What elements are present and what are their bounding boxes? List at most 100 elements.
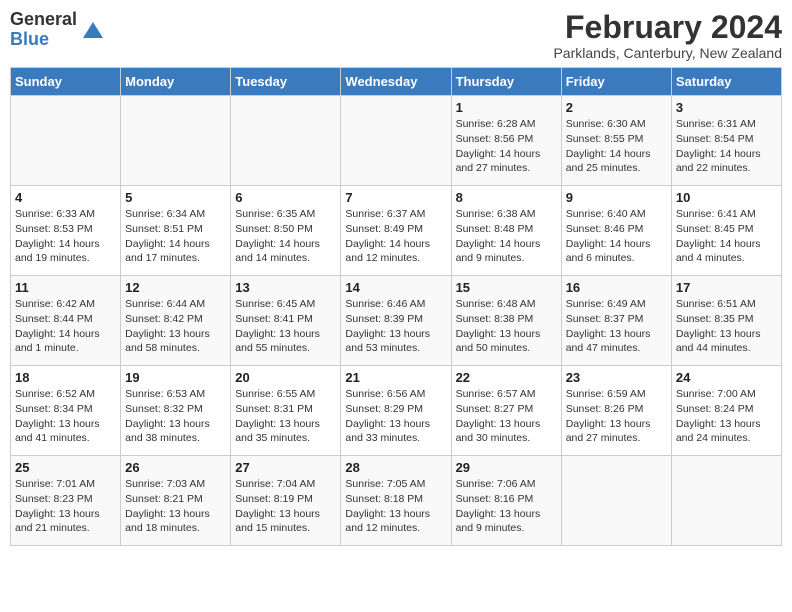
day-number: 20 bbox=[235, 370, 336, 385]
day-number: 1 bbox=[456, 100, 557, 115]
calendar-cell: 2 Sunrise: 6:30 AM Sunset: 8:55 PM Daylig… bbox=[561, 96, 671, 186]
day-info: Sunrise: 7:04 AM Sunset: 8:19 PM Dayligh… bbox=[235, 477, 336, 536]
calendar-cell: 18 Sunrise: 6:52 AM Sunset: 8:34 PM Dayli… bbox=[11, 366, 121, 456]
day-info: Sunrise: 7:06 AM Sunset: 8:16 PM Dayligh… bbox=[456, 477, 557, 536]
calendar-cell: 22Sunrise: 6:57 AM Sunset: 8:27 PM Dayli… bbox=[451, 366, 561, 456]
calendar-cell bbox=[561, 456, 671, 546]
day-info: Sunrise: 7:00 AM Sunset: 8:24 PM Dayligh… bbox=[676, 387, 777, 446]
day-info: Sunrise: 6:52 AM Sunset: 8:34 PM Dayligh… bbox=[15, 387, 116, 446]
logo-icon bbox=[81, 18, 105, 42]
day-info: Sunrise: 6:42 AM Sunset: 8:44 PM Dayligh… bbox=[15, 297, 116, 356]
calendar-week-3: 11 Sunrise: 6:42 AM Sunset: 8:44 PM Dayli… bbox=[11, 276, 782, 366]
day-info: Sunrise: 6:45 AM Sunset: 8:41 PM Dayligh… bbox=[235, 297, 336, 356]
day-number: 19 bbox=[125, 370, 226, 385]
page-header: General Blue February 2024 Parklands, Ca… bbox=[10, 10, 782, 61]
calendar-table: SundayMondayTuesdayWednesdayThursdayFrid… bbox=[10, 67, 782, 546]
column-header-thursday: Thursday bbox=[451, 68, 561, 96]
day-info: Sunrise: 6:30 AM Sunset: 8:55 PM Dayligh… bbox=[566, 117, 667, 176]
day-info: Sunrise: 6:46 AM Sunset: 8:39 PM Dayligh… bbox=[345, 297, 446, 356]
day-number: 9 bbox=[566, 190, 667, 205]
day-number: 21 bbox=[345, 370, 446, 385]
column-header-sunday: Sunday bbox=[11, 68, 121, 96]
column-header-saturday: Saturday bbox=[671, 68, 781, 96]
calendar-week-4: 18 Sunrise: 6:52 AM Sunset: 8:34 PM Dayli… bbox=[11, 366, 782, 456]
calendar-body: 1 Sunrise: 6:28 AM Sunset: 8:56 PM Daylig… bbox=[11, 96, 782, 546]
day-number: 6 bbox=[235, 190, 336, 205]
day-number: 28 bbox=[345, 460, 446, 475]
day-number: 27 bbox=[235, 460, 336, 475]
calendar-cell: 7 Sunrise: 6:37 AM Sunset: 8:49 PM Daylig… bbox=[341, 186, 451, 276]
day-number: 15 bbox=[456, 280, 557, 295]
column-header-friday: Friday bbox=[561, 68, 671, 96]
calendar-cell: 16 Sunrise: 6:49 AM Sunset: 8:37 PM Dayli… bbox=[561, 276, 671, 366]
day-number: 26 bbox=[125, 460, 226, 475]
day-number: 8 bbox=[456, 190, 557, 205]
day-number: 18 bbox=[15, 370, 116, 385]
day-number: 16 bbox=[566, 280, 667, 295]
calendar-cell: 4Sunrise: 6:33 AM Sunset: 8:53 PM Daylig… bbox=[11, 186, 121, 276]
day-number: 10 bbox=[676, 190, 777, 205]
day-info: Sunrise: 6:31 AM Sunset: 8:54 PM Dayligh… bbox=[676, 117, 777, 176]
calendar-cell: 26 Sunrise: 7:03 AM Sunset: 8:21 PM Dayli… bbox=[121, 456, 231, 546]
day-number: 13 bbox=[235, 280, 336, 295]
day-info: Sunrise: 6:38 AM Sunset: 8:48 PM Dayligh… bbox=[456, 207, 557, 266]
calendar-cell: 11 Sunrise: 6:42 AM Sunset: 8:44 PM Dayli… bbox=[11, 276, 121, 366]
day-number: 24 bbox=[676, 370, 777, 385]
calendar-cell bbox=[11, 96, 121, 186]
calendar-cell: 13 Sunrise: 6:45 AM Sunset: 8:41 PM Dayli… bbox=[231, 276, 341, 366]
day-info: Sunrise: 6:34 AM Sunset: 8:51 PM Dayligh… bbox=[125, 207, 226, 266]
day-info: Sunrise: 7:03 AM Sunset: 8:21 PM Dayligh… bbox=[125, 477, 226, 536]
column-header-tuesday: Tuesday bbox=[231, 68, 341, 96]
day-info: Sunrise: 6:48 AM Sunset: 8:38 PM Dayligh… bbox=[456, 297, 557, 356]
calendar-cell: 27 Sunrise: 7:04 AM Sunset: 8:19 PM Dayli… bbox=[231, 456, 341, 546]
calendar-cell: 28 Sunrise: 7:05 AM Sunset: 8:18 PM Dayli… bbox=[341, 456, 451, 546]
day-number: 25 bbox=[15, 460, 116, 475]
calendar-cell: 3 Sunrise: 6:31 AM Sunset: 8:54 PM Daylig… bbox=[671, 96, 781, 186]
day-info: Sunrise: 6:37 AM Sunset: 8:49 PM Dayligh… bbox=[345, 207, 446, 266]
calendar-week-2: 4Sunrise: 6:33 AM Sunset: 8:53 PM Daylig… bbox=[11, 186, 782, 276]
calendar-cell: 5 Sunrise: 6:34 AM Sunset: 8:51 PM Daylig… bbox=[121, 186, 231, 276]
day-number: 11 bbox=[15, 280, 116, 295]
calendar-cell: 25Sunrise: 7:01 AM Sunset: 8:23 PM Dayli… bbox=[11, 456, 121, 546]
calendar-cell bbox=[121, 96, 231, 186]
calendar-week-5: 25Sunrise: 7:01 AM Sunset: 8:23 PM Dayli… bbox=[11, 456, 782, 546]
calendar-cell bbox=[231, 96, 341, 186]
day-number: 3 bbox=[676, 100, 777, 115]
day-info: Sunrise: 6:40 AM Sunset: 8:46 PM Dayligh… bbox=[566, 207, 667, 266]
day-number: 7 bbox=[345, 190, 446, 205]
day-number: 5 bbox=[125, 190, 226, 205]
column-header-monday: Monday bbox=[121, 68, 231, 96]
header-row: SundayMondayTuesdayWednesdayThursdayFrid… bbox=[11, 68, 782, 96]
calendar-cell: 29Sunrise: 7:06 AM Sunset: 8:16 PM Dayli… bbox=[451, 456, 561, 546]
location-subtitle: Parklands, Canterbury, New Zealand bbox=[553, 45, 782, 61]
day-info: Sunrise: 7:05 AM Sunset: 8:18 PM Dayligh… bbox=[345, 477, 446, 536]
day-info: Sunrise: 6:28 AM Sunset: 8:56 PM Dayligh… bbox=[456, 117, 557, 176]
calendar-cell: 23 Sunrise: 6:59 AM Sunset: 8:26 PM Dayli… bbox=[561, 366, 671, 456]
day-info: Sunrise: 6:49 AM Sunset: 8:37 PM Dayligh… bbox=[566, 297, 667, 356]
calendar-cell bbox=[671, 456, 781, 546]
calendar-cell: 15 Sunrise: 6:48 AM Sunset: 8:38 PM Dayli… bbox=[451, 276, 561, 366]
day-number: 17 bbox=[676, 280, 777, 295]
day-info: Sunrise: 6:51 AM Sunset: 8:35 PM Dayligh… bbox=[676, 297, 777, 356]
calendar-cell: 10 Sunrise: 6:41 AM Sunset: 8:45 PM Dayli… bbox=[671, 186, 781, 276]
logo-general-text: General bbox=[10, 10, 77, 30]
day-number: 23 bbox=[566, 370, 667, 385]
calendar-cell: 17 Sunrise: 6:51 AM Sunset: 8:35 PM Dayli… bbox=[671, 276, 781, 366]
calendar-cell: 14Sunrise: 6:46 AM Sunset: 8:39 PM Dayli… bbox=[341, 276, 451, 366]
day-info: Sunrise: 6:55 AM Sunset: 8:31 PM Dayligh… bbox=[235, 387, 336, 446]
day-info: Sunrise: 6:57 AM Sunset: 8:27 PM Dayligh… bbox=[456, 387, 557, 446]
day-info: Sunrise: 6:53 AM Sunset: 8:32 PM Dayligh… bbox=[125, 387, 226, 446]
day-number: 2 bbox=[566, 100, 667, 115]
calendar-cell: 1 Sunrise: 6:28 AM Sunset: 8:56 PM Daylig… bbox=[451, 96, 561, 186]
day-info: Sunrise: 6:44 AM Sunset: 8:42 PM Dayligh… bbox=[125, 297, 226, 356]
calendar-cell: 12 Sunrise: 6:44 AM Sunset: 8:42 PM Dayli… bbox=[121, 276, 231, 366]
day-info: Sunrise: 6:59 AM Sunset: 8:26 PM Dayligh… bbox=[566, 387, 667, 446]
calendar-cell bbox=[341, 96, 451, 186]
calendar-cell: 21Sunrise: 6:56 AM Sunset: 8:29 PM Dayli… bbox=[341, 366, 451, 456]
day-info: Sunrise: 6:33 AM Sunset: 8:53 PM Dayligh… bbox=[15, 207, 116, 266]
calendar-cell: 24 Sunrise: 7:00 AM Sunset: 8:24 PM Dayli… bbox=[671, 366, 781, 456]
day-number: 12 bbox=[125, 280, 226, 295]
logo: General Blue bbox=[10, 10, 105, 50]
day-info: Sunrise: 6:41 AM Sunset: 8:45 PM Dayligh… bbox=[676, 207, 777, 266]
logo-blue-text: Blue bbox=[10, 30, 77, 50]
